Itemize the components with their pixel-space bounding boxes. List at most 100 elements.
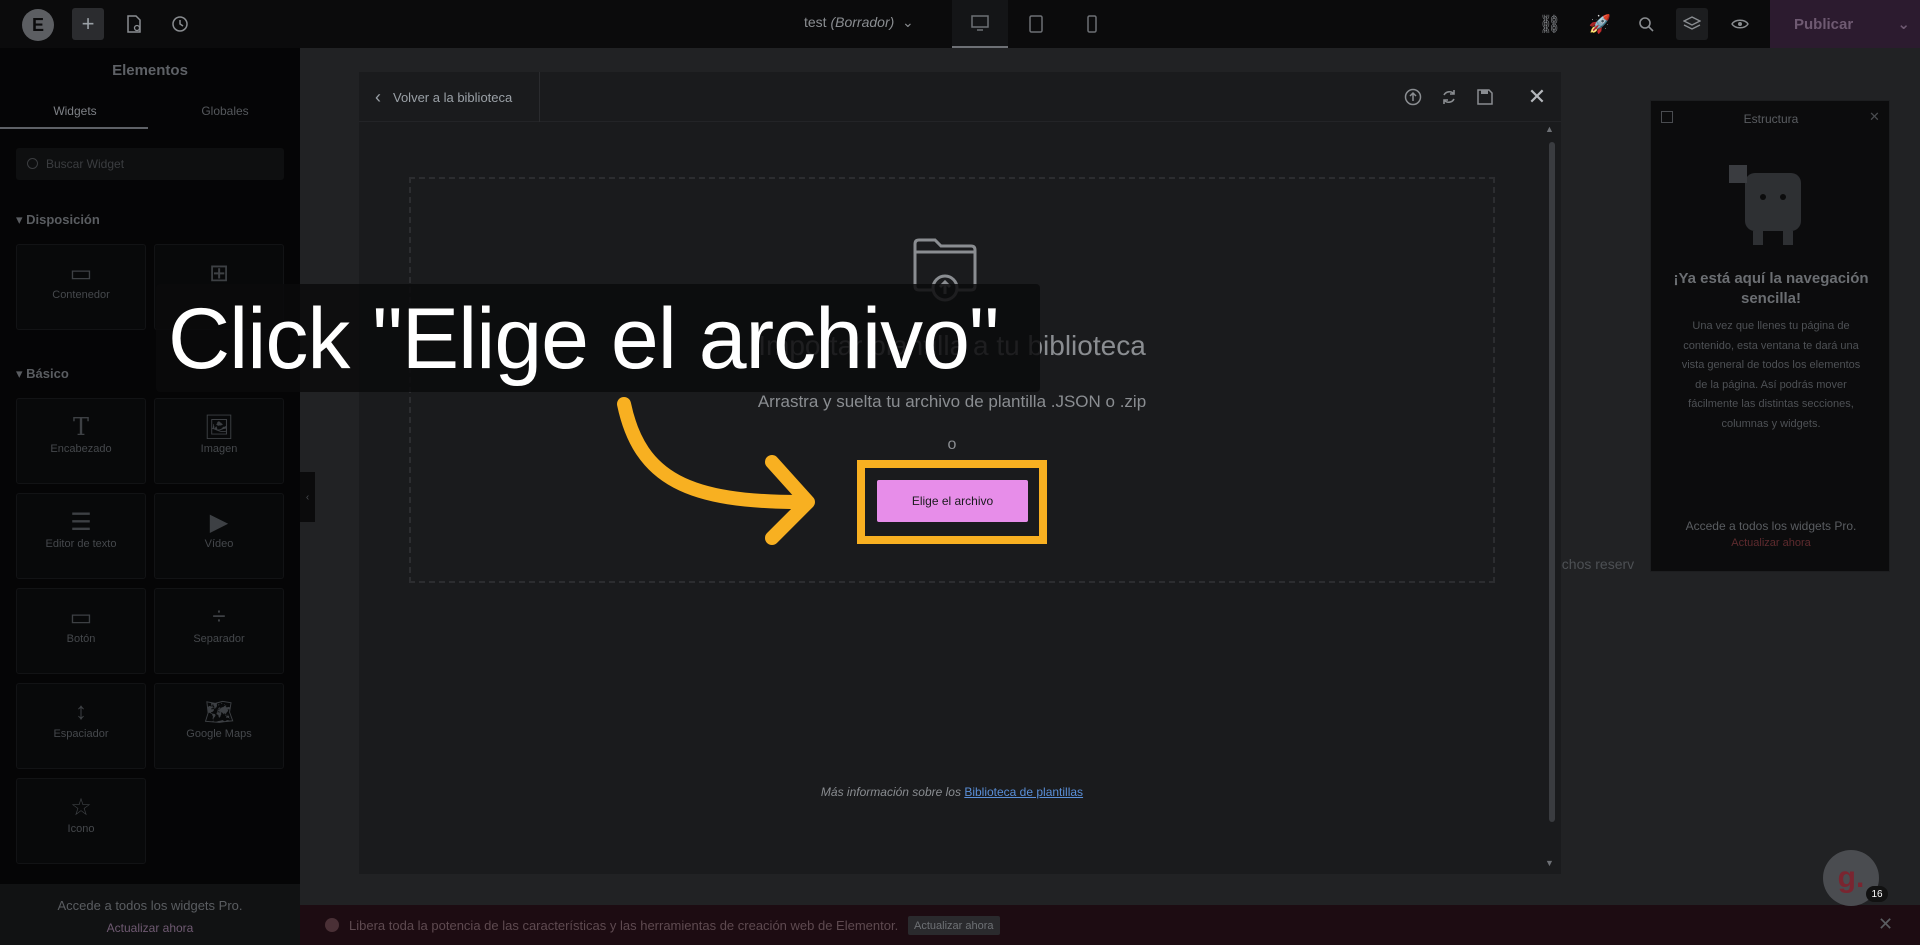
elementor-logo-icon: [325, 918, 339, 932]
notification-count-badge: 16: [1866, 886, 1888, 902]
callout-text: Click "Elige el archivo": [168, 291, 999, 387]
widget-google-maps[interactable]: 🗺 Google Maps: [154, 683, 284, 769]
document-name: test: [804, 14, 827, 30]
modal-header: ‹ Volver a la biblioteca ✕: [359, 72, 1561, 122]
widget-text-editor[interactable]: ☰ Editor de texto: [16, 493, 146, 579]
back-label: Volver a la biblioteca: [393, 89, 513, 105]
layers-icon[interactable]: [1676, 8, 1708, 40]
promo-text: Accede a todos los widgets Pro.: [1685, 519, 1857, 533]
import-subtitle: Arrastra y suelta tu archivo de plantill…: [757, 392, 1147, 411]
panel-title: Elementos: [112, 62, 188, 79]
chevron-left-icon: ‹: [375, 86, 381, 107]
heading-icon: T: [72, 413, 89, 441]
top-bar: E + test (Borrador) ⌄ ⛓ 🚀 Publicar ⌄: [0, 0, 1920, 48]
star-icon: ☆: [70, 794, 92, 821]
sync-icon[interactable]: [1437, 85, 1461, 109]
structure-pro-promo: Accede a todos los widgets Pro. Actualiz…: [1651, 519, 1891, 549]
promo-text: Accede a todos los widgets Pro.: [57, 898, 243, 913]
publish-label: Publicar: [1794, 15, 1854, 33]
banner-upgrade-button[interactable]: Actualizar ahora: [908, 916, 1000, 935]
scroll-up-icon[interactable]: ▲: [1545, 124, 1554, 134]
image-icon: 🖼: [203, 414, 235, 441]
widget-label: Icono: [67, 823, 95, 835]
section-title: Disposición: [26, 212, 100, 227]
upgrade-banner: Libera toda la potencia de las caracterí…: [300, 905, 1920, 945]
section-layout-header[interactable]: ▾ Disposición: [16, 212, 100, 228]
structure-panel: Estructura ✕ ¡Ya está aquí la navegación…: [1650, 100, 1890, 572]
widget-container[interactable]: ▭ Contenedor: [16, 244, 146, 330]
section-basic-header[interactable]: ▾ Básico: [16, 366, 69, 382]
widget-label: Imagen: [200, 443, 238, 455]
scrollbar-thumb[interactable]: [1549, 142, 1555, 822]
widget-label: Espaciador: [53, 728, 109, 740]
curved-arrow-icon: [617, 397, 815, 545]
or-separator: o: [947, 436, 957, 453]
tab-widgets[interactable]: Widgets: [0, 104, 150, 118]
page-settings-icon[interactable]: [118, 8, 150, 40]
button-icon: ▭: [69, 604, 93, 631]
rocket-icon[interactable]: 🚀: [1584, 8, 1616, 40]
close-icon[interactable]: ✕: [1878, 914, 1893, 935]
chevron-down-icon: ⌄: [898, 14, 914, 30]
tab-globals[interactable]: Globales: [150, 104, 300, 118]
widget-label: Separador: [193, 633, 245, 645]
close-icon[interactable]: ✕: [1869, 109, 1880, 125]
add-element-button[interactable]: +: [72, 8, 104, 40]
widget-heading[interactable]: T Encabezado: [16, 398, 146, 484]
robot-illustration-icon: [1729, 165, 1801, 245]
search-icon[interactable]: [1630, 8, 1662, 40]
pin-icon[interactable]: [1661, 111, 1673, 123]
link-icon[interactable]: ⛓: [1534, 8, 1566, 40]
widget-button[interactable]: ▭ Botón: [16, 588, 146, 674]
widget-spacer[interactable]: ↕ Espaciador: [16, 683, 146, 769]
mobile-view-icon[interactable]: [1064, 0, 1120, 48]
widget-icon[interactable]: ☆ Icono: [16, 778, 146, 864]
video-icon: ▶: [209, 509, 229, 536]
footer-rights-text: echos reserv: [1554, 556, 1635, 572]
upgrade-link[interactable]: Actualizar ahora: [0, 921, 300, 935]
map-icon: 🗺: [203, 699, 235, 726]
elementor-logo-icon[interactable]: E: [22, 9, 54, 41]
more-info-label: Más información sobre los: [820, 785, 965, 799]
back-to-library-button[interactable]: ‹ Volver a la biblioteca: [375, 72, 512, 122]
desktop-view-icon[interactable]: [952, 0, 1008, 48]
widget-label: Contenedor: [52, 289, 110, 301]
document-title[interactable]: test (Borrador) ⌄: [804, 14, 914, 31]
preview-eye-icon[interactable]: [1724, 8, 1756, 40]
elements-panel: Elementos Widgets Globales Buscar Widget…: [0, 48, 300, 945]
widget-image[interactable]: 🖼 Imagen: [154, 398, 284, 484]
text-editor-icon: ☰: [70, 509, 92, 536]
publish-button[interactable]: Publicar ⌄: [1770, 0, 1920, 48]
template-library-link[interactable]: Biblioteca de plantillas: [964, 785, 1083, 799]
active-tab-indicator: [0, 127, 148, 129]
banner-text: Libera toda la potencia de las caracterí…: [349, 918, 899, 933]
structure-description: Una vez que llenes tu página de contenid…: [1681, 320, 1861, 430]
more-info-text: Más información sobre los Biblioteca de …: [409, 785, 1495, 799]
chevron-down-icon[interactable]: ⌄: [1897, 15, 1910, 33]
widget-video[interactable]: ▶ Vídeo: [154, 493, 284, 579]
structure-heading: ¡Ya está aquí la navegación sencilla!: [1673, 270, 1869, 307]
collapse-panel-icon[interactable]: ‹: [300, 472, 315, 522]
grid-icon: ⊞: [208, 260, 230, 287]
widget-search-input[interactable]: Buscar Widget: [16, 148, 284, 180]
widget-label: Botón: [66, 633, 96, 645]
widget-label: Encabezado: [50, 443, 112, 455]
structure-title: Estructura: [1743, 112, 1799, 126]
container-icon: ▭: [69, 260, 93, 287]
pro-promo: Accede a todos los widgets Pro. Actualiz…: [0, 884, 300, 945]
spacer-icon: ↕: [75, 698, 87, 725]
scroll-down-icon[interactable]: ▼: [1545, 858, 1554, 868]
section-title: Básico: [26, 366, 69, 381]
widget-divider[interactable]: ÷ Separador: [154, 588, 284, 674]
tablet-view-icon[interactable]: [1008, 0, 1064, 48]
highlight-box: [857, 460, 1047, 544]
upload-icon[interactable]: [1401, 85, 1425, 109]
history-icon[interactable]: [164, 8, 196, 40]
header-divider: [539, 72, 540, 122]
search-icon: [27, 158, 38, 169]
widget-label: Editor de texto: [45, 538, 117, 550]
document-status: (Borrador): [830, 14, 895, 30]
save-icon[interactable]: [1473, 85, 1497, 109]
upgrade-link[interactable]: Actualizar ahora: [1651, 537, 1891, 549]
close-modal-icon[interactable]: ✕: [1524, 84, 1550, 110]
